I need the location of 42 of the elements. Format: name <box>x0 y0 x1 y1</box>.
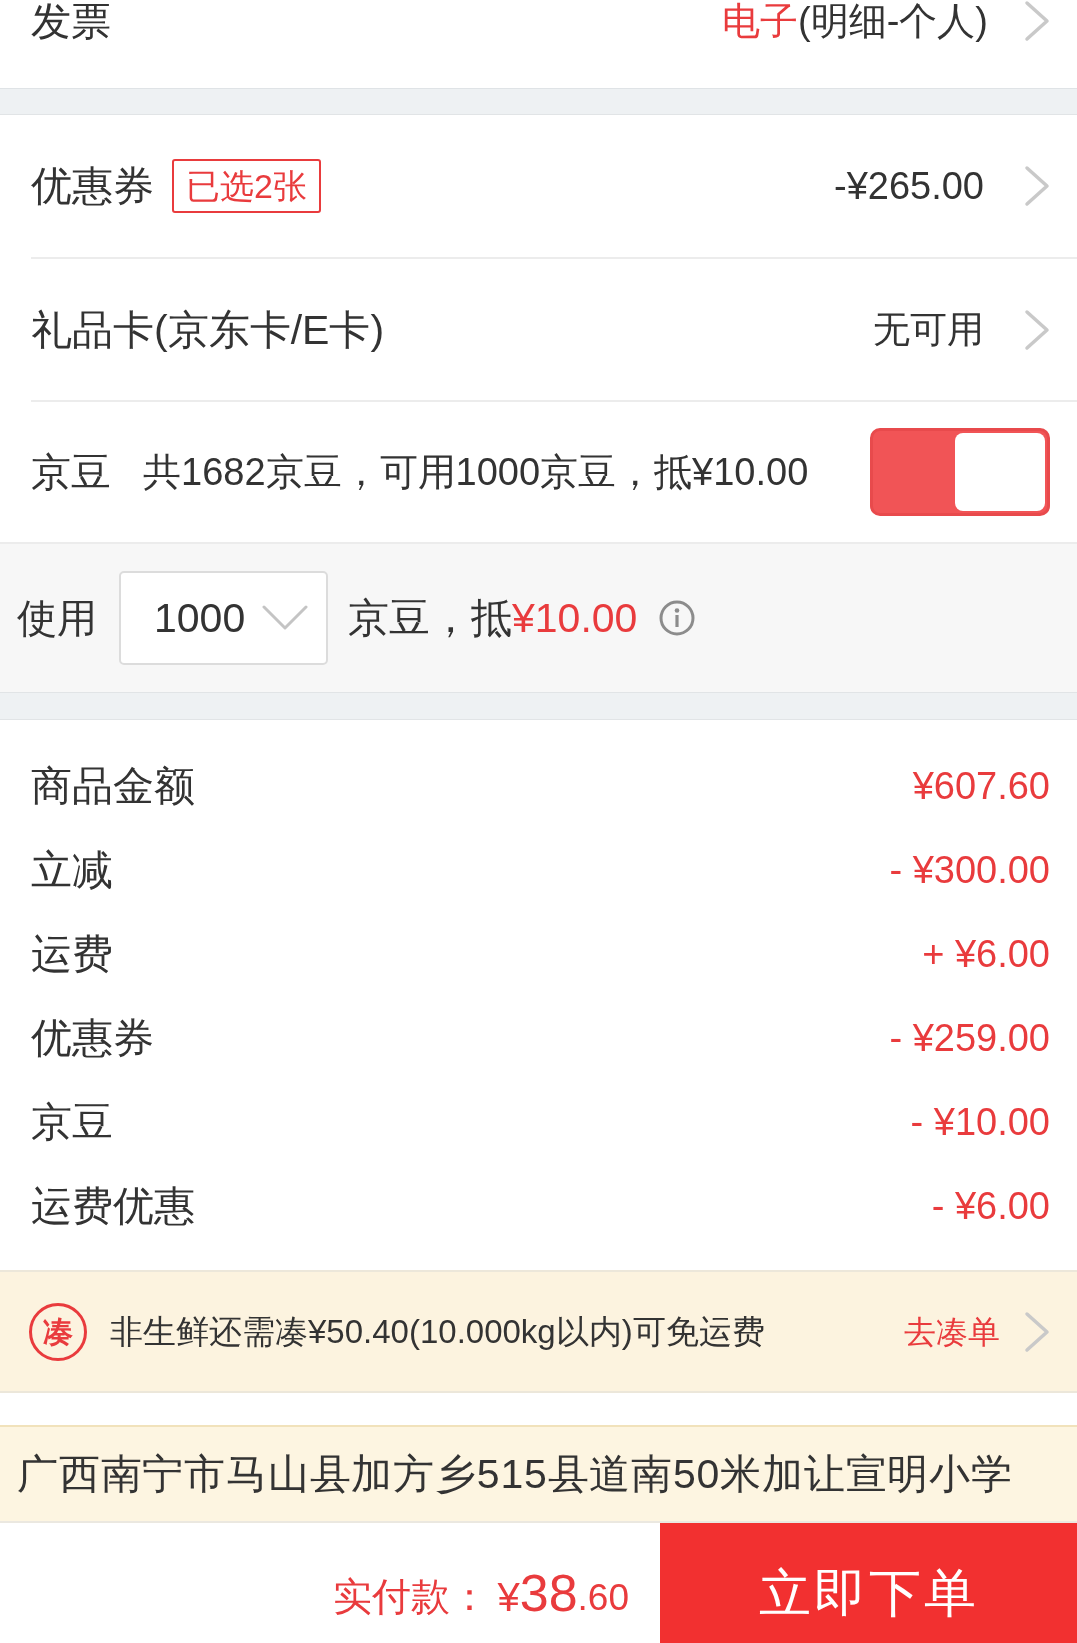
gift-card-status: 无可用 <box>873 307 984 352</box>
shipping-tip-text: 非生鲜还需凑¥50.40(10.000kg以内)可免运费 <box>110 1311 765 1352</box>
chevron-right-icon <box>1024 165 1050 207</box>
invoice-type: 电子 <box>722 0 799 42</box>
usage-text: 京豆，抵 <box>348 594 512 642</box>
stamp-badge: 凑 <box>29 1302 87 1361</box>
info-icon[interactable] <box>659 600 696 636</box>
total-decimal: .60 <box>577 1576 629 1620</box>
invoice-detail: (明细-个人) <box>798 0 988 42</box>
summary-amount: - ¥300.00 <box>889 848 1050 893</box>
summary-amount: - ¥259.00 <box>889 1016 1050 1061</box>
summary-amount: - ¥10.00 <box>910 1100 1050 1145</box>
row-label: 京豆 <box>31 449 111 495</box>
summary-amount: - ¥6.00 <box>931 1184 1050 1229</box>
summary-label: 京豆 <box>31 1098 113 1146</box>
usage-amount: ¥10.00 <box>512 594 638 642</box>
summary-label: 运费优惠 <box>31 1182 195 1230</box>
summary-label: 立减 <box>31 846 113 894</box>
selected-count-tag: 已选2张 <box>172 159 321 213</box>
chevron-down-icon <box>262 605 308 631</box>
row-label: 优惠券 <box>31 162 154 210</box>
row-label: 礼品卡(京东卡/E卡) <box>31 305 385 354</box>
coupon-amount: -¥265.00 <box>834 164 984 208</box>
toggle-switch[interactable] <box>870 428 1050 516</box>
currency-symbol: ¥ <box>497 1575 520 1621</box>
summary-label: 商品金额 <box>31 762 195 810</box>
jingdou-description: 共1682京豆，可用1000京豆，抵¥10.00 <box>143 450 809 495</box>
chevron-right-icon <box>1024 308 1050 351</box>
submit-order-button[interactable]: 立即下单 <box>660 1523 1077 1643</box>
address-text: 广西南宁市马山县加方乡515县道南50米加让宣明小学 <box>17 1450 1013 1499</box>
total-integer: 38 <box>519 1565 578 1621</box>
summary-amount: + ¥6.00 <box>922 932 1050 977</box>
chevron-right-icon <box>1024 0 1050 42</box>
row-label: 发票 <box>31 0 111 42</box>
summary-label: 优惠券 <box>31 1014 154 1062</box>
quantity-select[interactable]: 1000 <box>119 571 328 665</box>
summary-label: 运费 <box>31 930 113 978</box>
summary-amount: ¥607.60 <box>912 764 1050 809</box>
add-items-link[interactable]: 去凑单 <box>904 1310 1000 1353</box>
chevron-right-icon <box>1024 1310 1050 1353</box>
total-label: 实付款： <box>333 1574 490 1620</box>
usage-label: 使用 <box>17 595 97 642</box>
